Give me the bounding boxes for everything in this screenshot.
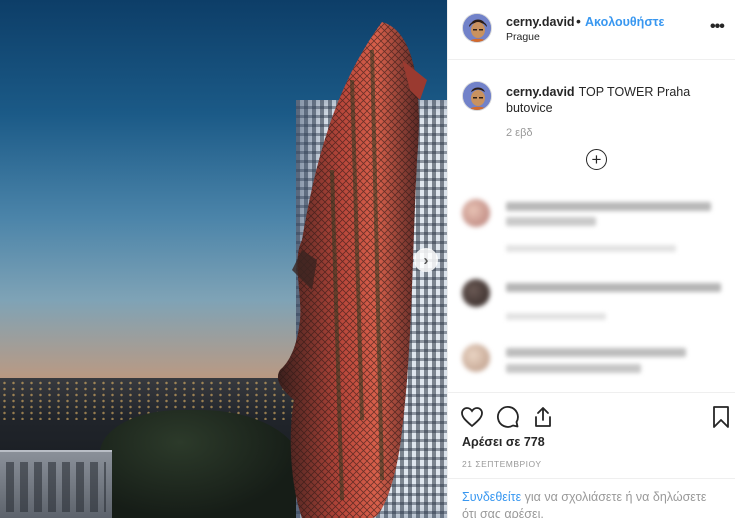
caption-avatar[interactable] [462, 81, 492, 111]
ship-sculpture [277, 22, 427, 518]
post-actions: Αρέσει σε 778 21 ΣΕΠΤΕΜΒΡΙΟΥ Συνδεθείτε … [448, 392, 735, 518]
comment-text-blurred [506, 364, 641, 373]
next-photo-button[interactable]: › [414, 248, 438, 272]
comment-icon[interactable] [496, 405, 520, 429]
post-photo[interactable]: › [0, 0, 447, 518]
avatar-image [463, 14, 491, 42]
low-building [0, 450, 112, 518]
list-item [448, 195, 735, 255]
location-link[interactable]: Prague [506, 31, 540, 43]
caption-username[interactable]: cerny.david [506, 85, 575, 99]
comment-avatar [462, 344, 490, 372]
caption-text-block: cerny.david TOP TOWER Praha butovice [506, 84, 726, 116]
login-link[interactable]: Συνδεθείτε [462, 490, 521, 504]
plus-circle-icon: + [591, 150, 602, 169]
likes-count[interactable]: Αρέσει σε 778 [462, 435, 545, 449]
load-more-comments-button[interactable]: + [586, 149, 607, 170]
separator-dot: • [576, 13, 581, 29]
comment-avatar [462, 199, 490, 227]
login-prompt: Συνδεθείτε για να σχολιάσετε ή να δηλώσε… [448, 478, 735, 518]
comment-text-blurred [506, 202, 711, 211]
comment-meta-blurred [506, 245, 676, 252]
author-username[interactable]: cerny.david [506, 15, 575, 29]
avatar-image [463, 82, 491, 110]
follow-button[interactable]: Ακολουθήστε [585, 15, 664, 29]
avatar[interactable] [462, 13, 492, 43]
likes-number: 778 [523, 435, 545, 449]
share-icon[interactable] [531, 405, 555, 429]
comment-meta-blurred [506, 313, 606, 320]
more-options-button[interactable]: ••• [710, 18, 725, 36]
bookmark-icon[interactable] [709, 405, 733, 429]
list-item [448, 275, 735, 335]
comment-text-blurred [506, 283, 721, 292]
post-date: 21 ΣΕΠΤΕΜΒΡΙΟΥ [462, 459, 542, 469]
chevron-right-icon: › [423, 251, 429, 269]
comment-text-blurred [506, 217, 596, 226]
heart-icon[interactable] [460, 405, 484, 429]
comment-avatar [462, 279, 490, 307]
post-sidebar: cerny.david • Ακολουθήστε Prague ••• cer… [447, 0, 735, 518]
post-header: cerny.david • Ακολουθήστε Prague ••• [448, 0, 735, 60]
caption-timestamp: 2 εβδ [506, 127, 533, 139]
likes-label: Αρέσει σε [462, 435, 521, 449]
comment-text-blurred [506, 348, 686, 357]
